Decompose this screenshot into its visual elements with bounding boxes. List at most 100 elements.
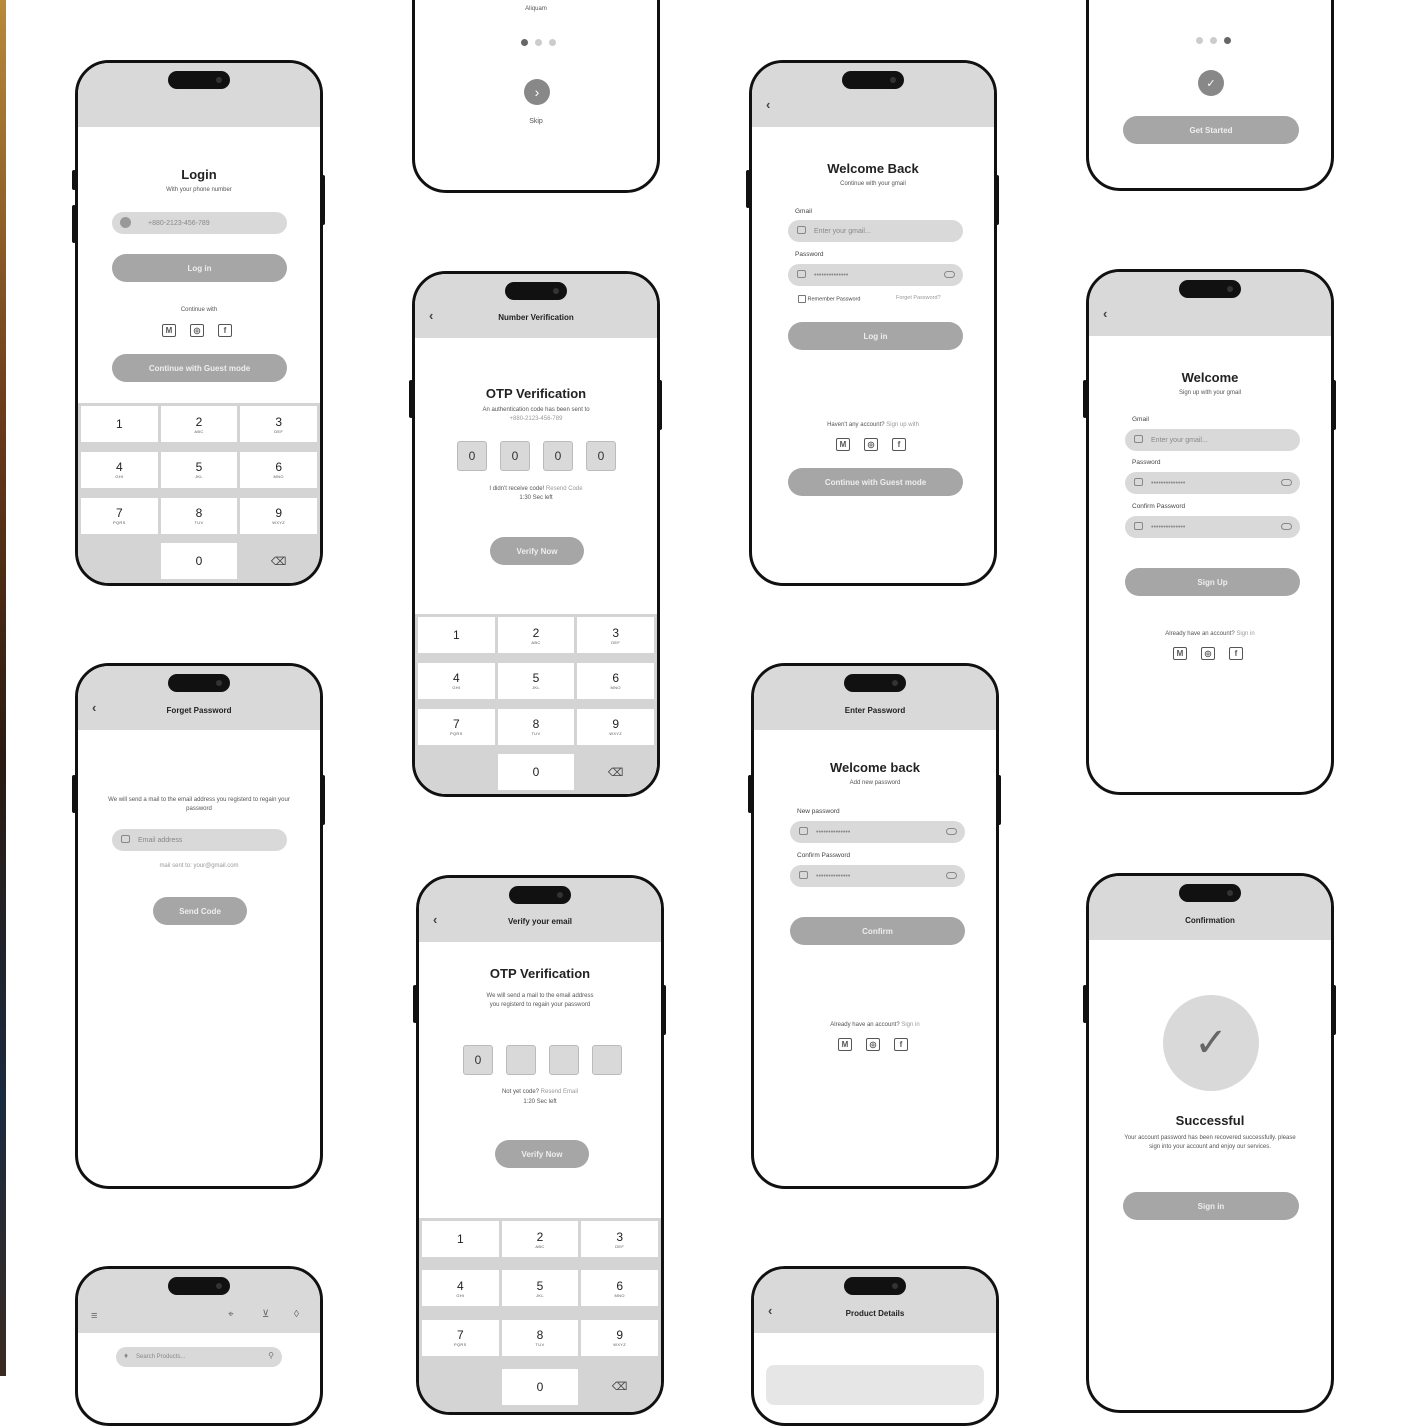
confirm-password-field[interactable]: •••••••••••••• [1125,516,1300,538]
signup-link[interactable]: Sign up with [886,422,919,428]
next-arrow-icon[interactable]: › [524,79,550,105]
facebook-icon[interactable]: f [218,324,232,337]
signup-button[interactable]: Sign Up [1125,568,1300,596]
backspace-icon[interactable]: ⌫ [240,543,317,579]
keypad-key[interactable]: 3 DEF [577,617,654,653]
gmail-icon[interactable]: M [162,324,176,337]
resend-link[interactable]: Resend Email [541,1089,578,1095]
guest-mode-button[interactable]: Continue with Guest mode [112,354,287,382]
keypad-key[interactable]: 4 GHI [422,1270,499,1307]
otp-digit[interactable] [506,1045,536,1075]
verify-now-button[interactable]: Verify Now [495,1140,589,1168]
eye-icon[interactable] [1281,523,1292,530]
gmail-field[interactable]: Enter your gmail... [788,220,963,242]
remember-row[interactable]: Remember Password [798,295,860,303]
keypad-key[interactable]: 2 ABC [497,617,575,653]
otp-digit[interactable] [592,1045,622,1075]
verify-now-button[interactable]: Verify Now [490,537,584,565]
phone-field[interactable]: +880-2123-456-789 [112,212,287,234]
whatsapp-icon[interactable]: ◎ [866,1038,880,1051]
signin-button[interactable]: Sign in [1123,1192,1299,1220]
eye-icon[interactable] [944,271,955,278]
keypad-key[interactable]: 8 TUV [160,497,238,534]
facebook-icon[interactable]: f [892,438,906,451]
keypad-key[interactable]: 6 MNO [240,451,317,488]
gmail-icon[interactable]: M [838,1038,852,1051]
backspace-icon[interactable]: ⌫ [581,1369,658,1405]
keypad-key[interactable]: 3 DEF [581,1221,658,1257]
back-arrow-icon[interactable]: ‹ [766,97,770,112]
otp-digit[interactable]: 0 [463,1045,493,1075]
cart-icon[interactable]: ⊻ [262,1309,269,1320]
keypad-key[interactable]: 2 ABC [160,406,238,442]
facebook-icon[interactable]: f [894,1038,908,1051]
skip-link[interactable]: Skip [425,117,647,126]
forgot-password-link[interactable]: Forget Password? [896,295,941,301]
search-input[interactable]: ♦ Search Products... ⚲ [116,1347,282,1367]
keypad-key[interactable]: 1 [418,617,495,653]
email-field[interactable]: Email address [112,829,287,851]
eye-icon[interactable] [1281,479,1292,486]
keypad-key[interactable]: 0 [160,543,238,580]
password-field[interactable]: •••••••••••••• [788,264,963,286]
keypad-key[interactable]: 9 WXYZ [581,1319,658,1356]
keypad-key[interactable]: 7 PQRS [418,708,495,745]
otp-digit[interactable]: 0 [500,441,530,471]
confirm-password-field[interactable]: •••••••••••••• [790,865,965,887]
gmail-field[interactable]: Enter your gmail... [1125,429,1300,451]
signin-link[interactable]: Sign in [901,1022,919,1028]
keypad-key[interactable]: 5 JKL [160,451,238,488]
keypad-key[interactable]: 2 ABC [501,1221,579,1257]
whatsapp-icon[interactable]: ◎ [1201,647,1215,660]
otp-inputs[interactable]: 0 [463,1045,622,1075]
search-icon[interactable]: ⚲ [268,1351,274,1360]
keypad-key[interactable]: 8 TUV [501,1319,579,1356]
send-code-button[interactable]: Send Code [153,897,247,925]
resend-link[interactable]: Resend Code [546,486,583,492]
password-field[interactable]: •••••••••••••• [1125,472,1300,494]
eye-icon[interactable] [946,828,957,835]
back-arrow-icon[interactable]: ‹ [1103,306,1107,321]
otp-inputs[interactable]: 0 0 0 0 [457,441,616,471]
backspace-icon[interactable]: ⌫ [577,754,654,790]
otp-digit[interactable]: 0 [457,441,487,471]
otp-digit[interactable]: 0 [586,441,616,471]
keypad-key[interactable]: 5 JKL [501,1270,579,1307]
gmail-icon[interactable]: M [836,438,850,451]
login-button[interactable]: Log in [112,254,287,282]
otp-digit[interactable] [549,1045,579,1075]
keypad-key[interactable]: 0 [501,1368,579,1405]
new-password-field[interactable]: •••••••••••••• [790,821,965,843]
menu-icon[interactable]: ≡ [91,1310,97,1322]
keypad-key[interactable]: 6 MNO [581,1270,658,1307]
keypad-key[interactable]: 9 WXYZ [240,497,317,534]
eye-icon[interactable] [946,872,957,879]
otp-digit[interactable]: 0 [543,441,573,471]
keypad-key[interactable]: 7 PQRS [422,1319,499,1356]
login-button[interactable]: Log in [788,322,963,350]
keypad-key[interactable]: 8 TUV [497,708,575,745]
whatsapp-icon[interactable]: ◎ [864,438,878,451]
facebook-icon[interactable]: f [1229,647,1243,660]
key-digit: 7 [456,1328,464,1342]
location-icon[interactable]: ⌖ [228,1309,234,1320]
guest-mode-button[interactable]: Continue with Guest mode [788,468,963,496]
keypad-key[interactable]: 5 JKL [497,662,575,699]
keypad-key[interactable]: 1 [422,1221,499,1257]
keypad-key[interactable]: 4 GHI [81,451,158,488]
whatsapp-icon[interactable]: ◎ [190,324,204,337]
signin-link[interactable]: Sign in [1236,631,1254,637]
confirm-button[interactable]: Confirm [790,917,965,945]
checkbox-icon[interactable] [798,295,806,303]
get-started-button[interactable]: Get Started [1123,116,1299,144]
key-digit: 4 [115,460,123,475]
keypad-key[interactable]: 9 WXYZ [577,708,654,745]
bell-icon[interactable]: ◊ [294,1309,299,1320]
keypad-key[interactable]: 0 [497,754,575,791]
keypad-key[interactable]: 3 DEF [240,406,317,442]
keypad-key[interactable]: 4 GHI [418,662,495,699]
keypad-key[interactable]: 7 PQRS [81,497,158,534]
gmail-icon[interactable]: M [1173,647,1187,660]
keypad-key[interactable]: 1 [81,406,158,442]
keypad-key[interactable]: 6 MNO [577,662,654,699]
